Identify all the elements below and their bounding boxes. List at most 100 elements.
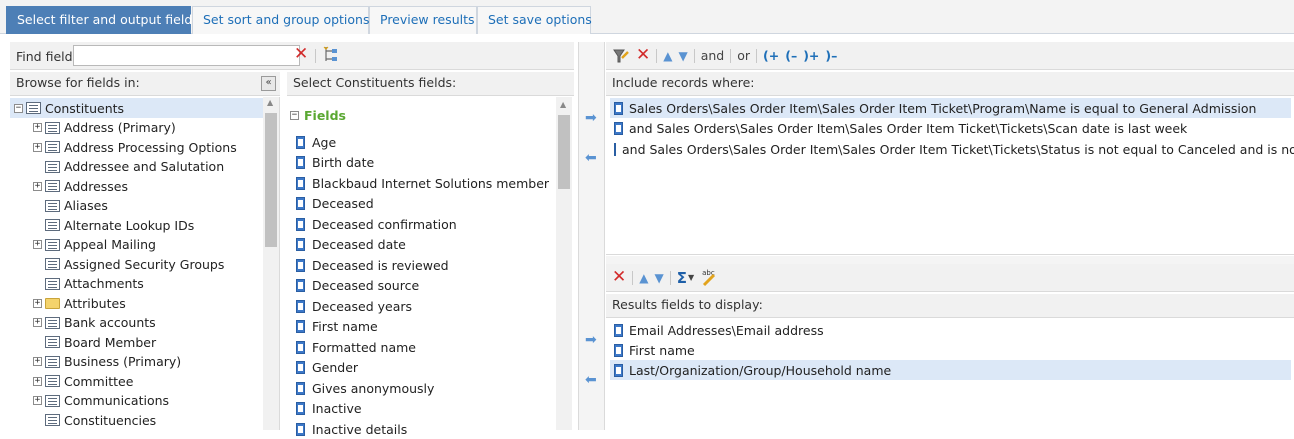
delete-result-field-icon[interactable]: ✕ [612,269,626,286]
tree-scroll-thumb[interactable] [265,113,277,247]
clear-search-icon[interactable]: ✕ [294,46,308,63]
tree-item[interactable]: + Communications [10,391,274,411]
tab-save-options[interactable]: Set save options [477,6,592,34]
tree-item[interactable]: + Bank accounts [10,313,274,333]
fields-scroll-thumb[interactable] [558,115,570,189]
tree-item[interactable]: Board Member [10,332,274,352]
tree-item[interactable]: Aliases [10,196,274,216]
rename-column-icon[interactable]: abc [700,269,718,287]
expand-icon[interactable]: + [33,240,42,249]
field-item[interactable]: Deceased date [290,235,406,255]
find-field-input[interactable] [73,45,300,66]
tab-select-filter-output[interactable]: Select filter and output fields [6,6,199,34]
filter-condition-text: and Sales Orders\Sales Order Item\Sales … [629,121,1188,136]
remove-open-paren-button[interactable]: (– [785,48,797,63]
field-icon [296,279,305,292]
result-field[interactable]: Email Addresses\Email address [610,320,1291,340]
field-item-label: Birth date [312,155,375,170]
remove-from-filter-arrow-icon[interactable]: ⬅ [585,150,597,166]
tree-item[interactable]: − Constituents [10,98,274,118]
expand-icon[interactable]: + [33,396,42,405]
move-down-icon[interactable]: ▼ [678,49,687,63]
expand-icon[interactable]: + [33,123,42,132]
field-item[interactable]: Deceased years [290,296,412,316]
fields-panel-header: Select Constituents fields: [287,72,574,96]
tree-item[interactable]: + Appeal Mailing [10,235,274,255]
add-to-filter-arrow-icon[interactable]: ➡ [585,110,597,126]
expand-icon[interactable]: + [33,298,42,308]
expand-icon[interactable]: + [33,318,42,327]
expand-icon[interactable]: + [33,376,42,386]
table-icon [45,219,60,231]
field-item[interactable]: Birth date [290,153,374,173]
field-icon [296,299,305,313]
results-move-up-icon[interactable]: ▲ [639,271,648,285]
or-button[interactable]: or [737,48,750,63]
field-icon [296,422,305,436]
result-field[interactable]: First name [610,340,1291,360]
dropdown-caret-icon[interactable]: ▼ [688,273,694,282]
field-item[interactable]: Deceased [290,194,374,214]
tree-item[interactable]: + Business (Primary) [10,352,274,372]
collapse-group-icon[interactable]: − [290,111,299,120]
collapse-icon[interactable]: − [14,103,23,113]
tree-item[interactable]: Alternate Lookup IDs [10,215,274,235]
tab-preview-results[interactable]: Preview results [369,6,477,34]
table-icon [45,199,60,212]
tree-item[interactable]: + Address (Primary) [10,118,274,138]
scroll-up-arrow[interactable]: ▲ [267,98,273,107]
edit-filter-icon[interactable] [612,48,630,64]
delete-condition-icon[interactable]: ✕ [636,47,650,64]
tree-item[interactable]: Attachments [10,274,274,294]
filter-condition-text: and Sales Orders\Sales Order Item\Sales … [622,141,1294,157]
add-close-paren-button[interactable]: )+ [803,48,819,63]
results-move-down-icon[interactable]: ▼ [654,271,663,285]
filter-condition[interactable]: and Sales Orders\Sales Order Item\Sales … [610,139,1294,159]
fields-scroll-up-arrow[interactable]: ▲ [560,100,566,109]
fields-group-heading[interactable]: − Fields [290,108,346,123]
result-field-text: Last/Organization/Group/Household name [629,362,892,378]
field-item[interactable]: Inactive [290,399,362,419]
browse-panel-header: Browse for fields in: [10,72,280,96]
toolbar-separator [730,48,732,63]
tree-item[interactable]: + Attributes [10,293,274,313]
field-item[interactable]: Deceased source [290,276,419,296]
tree-item[interactable]: Constituencies [10,410,274,430]
remove-from-results-arrow-icon[interactable]: ⬅ [585,372,597,388]
summarize-icon[interactable]: Σ ▼ [677,269,694,287]
field-item[interactable]: Gender [290,358,358,378]
add-open-paren-button[interactable]: (+ [763,48,779,63]
and-button[interactable]: and [701,48,725,63]
filter-condition[interactable]: Sales Orders\Sales Order Item\Sales Orde… [610,98,1291,118]
tree-item[interactable]: + Addresses [10,176,274,196]
expand-icon[interactable]: + [33,181,42,191]
field-item[interactable]: Gives anonymously [290,378,434,398]
tree-item[interactable]: + Committee [10,371,274,391]
tree-item[interactable]: + Address Processing Options [10,137,274,157]
tree-item[interactable]: Addressee and Salutation [10,157,274,177]
browse-header-label: Browse for fields in: [16,75,140,90]
expand-icon[interactable]: + [33,142,42,152]
tree-item-label: Addresses [64,178,128,194]
collapse-panel-button[interactable]: « [261,76,276,91]
fields-scrollbar[interactable]: ▲ [556,97,572,430]
add-to-results-arrow-icon[interactable]: ➡ [585,332,597,348]
tree-item[interactable]: Assigned Security Groups [10,254,274,274]
result-field[interactable]: Last/Organization/Group/Household name [610,360,1291,380]
field-item[interactable]: Inactive details [290,419,407,439]
expand-icon[interactable]: + [33,357,42,366]
field-item[interactable]: Deceased confirmation [290,214,457,234]
tree-scrollbar[interactable]: ▲ [263,97,279,430]
field-item[interactable]: Age [290,132,336,152]
field-item[interactable]: First name [290,317,378,337]
filter-condition[interactable]: and Sales Orders\Sales Order Item\Sales … [610,119,1291,139]
remove-close-paren-button[interactable]: )– [825,48,837,63]
move-up-icon[interactable]: ▲ [663,49,672,63]
field-item[interactable]: Blackbaud Internet Solutions member [290,173,549,193]
tree-locate-icon[interactable] [323,46,339,64]
tab-sort-group[interactable]: Set sort and group options [192,6,369,34]
field-item[interactable]: Formatted name [290,337,416,357]
field-item[interactable]: Deceased is reviewed [290,255,449,275]
